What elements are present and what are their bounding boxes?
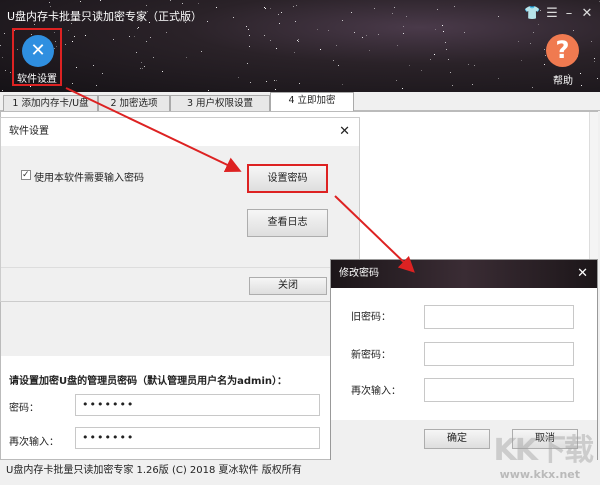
arrow-to-set-password [65,87,242,173]
annotation-arrows [65,87,415,273]
arrow-to-change-dialog [334,195,415,273]
